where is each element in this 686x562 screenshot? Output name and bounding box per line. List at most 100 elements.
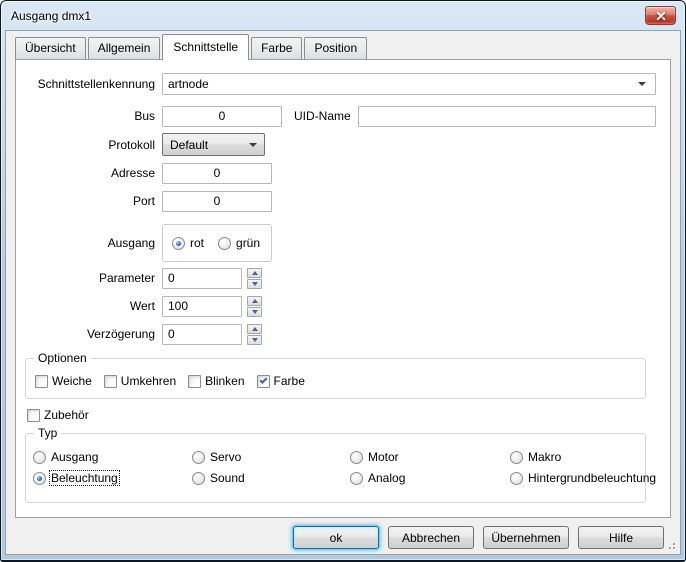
protokoll-dropdown[interactable]: Default bbox=[162, 133, 265, 156]
uid-name-input[interactable] bbox=[358, 106, 656, 127]
spin-up-button[interactable] bbox=[247, 268, 262, 278]
spin-down-button[interactable] bbox=[247, 279, 262, 289]
wert-input[interactable] bbox=[162, 296, 242, 317]
verzoegerung-label: Verzögerung bbox=[16, 327, 155, 341]
checkbox-box[interactable] bbox=[104, 375, 117, 388]
ok-button[interactable]: ok bbox=[293, 526, 379, 549]
radio-button[interactable] bbox=[350, 451, 363, 464]
bus-label: Bus bbox=[16, 109, 155, 123]
parameter-input[interactable] bbox=[162, 268, 242, 289]
radio-dot bbox=[176, 241, 181, 246]
radio-rot[interactable]: rot bbox=[172, 236, 205, 250]
spin-down-icon bbox=[252, 282, 258, 286]
schnittstellenkennung-input[interactable] bbox=[163, 75, 638, 93]
checkbox-farbe[interactable]: Farbe bbox=[257, 374, 305, 388]
radio-button[interactable] bbox=[350, 472, 363, 485]
spin-down-button[interactable] bbox=[247, 335, 262, 345]
form-row-schnittstellenkennung: Schnittstellenkennung bbox=[16, 73, 656, 95]
spin-down-icon bbox=[252, 338, 258, 342]
radio-servo[interactable]: Servo bbox=[192, 450, 350, 464]
uebernehmen-button[interactable]: Übernehmen bbox=[483, 526, 569, 549]
checkbox-box[interactable] bbox=[257, 375, 270, 388]
parameter-stepper bbox=[247, 268, 262, 289]
form-row-parameter: Parameter bbox=[16, 267, 656, 289]
radio-button[interactable] bbox=[192, 451, 205, 464]
window-title: Ausgang dmx1 bbox=[11, 9, 91, 23]
radio-button[interactable] bbox=[172, 237, 185, 250]
protokoll-selected-value: Default bbox=[170, 138, 249, 152]
radio-ausgang[interactable]: Ausgang bbox=[33, 450, 192, 464]
radio-button[interactable] bbox=[33, 472, 46, 485]
form-row-ausgang: Ausgang rot grün bbox=[16, 224, 656, 262]
bus-input[interactable] bbox=[162, 106, 282, 127]
radio-button[interactable] bbox=[33, 451, 46, 464]
wert-stepper bbox=[247, 296, 262, 317]
form-row-wert: Wert bbox=[16, 295, 656, 317]
port-label: Port bbox=[16, 194, 155, 208]
radio-button[interactable] bbox=[510, 472, 523, 485]
adresse-input[interactable] bbox=[162, 163, 272, 184]
spin-up-icon bbox=[252, 299, 258, 303]
tab-schnittstelle[interactable]: Schnittstelle bbox=[162, 34, 249, 60]
close-icon bbox=[646, 7, 675, 24]
radio-button[interactable] bbox=[510, 451, 523, 464]
radio-gruen[interactable]: grün bbox=[218, 236, 261, 250]
checkbox-umkehren[interactable]: Umkehren bbox=[104, 374, 176, 388]
tab-position[interactable]: Position bbox=[304, 37, 367, 59]
tab-page-schnittstelle: Schnittstellenkennung Bus UID-Name Proto… bbox=[15, 59, 671, 518]
verzoegerung-input[interactable] bbox=[162, 324, 242, 345]
optionen-checkbox-row: Weiche Umkehren Blinken Farbe bbox=[26, 359, 645, 388]
spin-up-button[interactable] bbox=[247, 296, 262, 306]
schnittstellenkennung-combobox[interactable] bbox=[162, 73, 656, 95]
radio-sound[interactable]: Sound bbox=[192, 471, 350, 485]
typ-group: Typ Ausgang Servo Motor bbox=[25, 433, 646, 503]
checkbox-box[interactable] bbox=[188, 375, 201, 388]
parameter-label: Parameter bbox=[16, 271, 155, 285]
checkbox-blinken[interactable]: Blinken bbox=[188, 374, 244, 388]
checkbox-weiche[interactable]: Weiche bbox=[35, 374, 92, 388]
schnittstellenkennung-label: Schnittstellenkennung bbox=[16, 77, 155, 91]
dialog-window: Ausgang dmx1 Übersicht Allgemein Schnitt… bbox=[0, 0, 686, 562]
radio-hintergrundbeleuchtung[interactable]: Hintergrundbeleuchtung bbox=[510, 471, 657, 485]
radio-motor[interactable]: Motor bbox=[350, 450, 510, 464]
close-button[interactable] bbox=[645, 6, 676, 25]
wert-label: Wert bbox=[16, 299, 155, 313]
chevron-down-icon[interactable] bbox=[638, 82, 646, 86]
checkbox-zubehoer[interactable]: Zubehör bbox=[27, 408, 656, 422]
checkbox-box[interactable] bbox=[27, 409, 40, 422]
abbrechen-button[interactable]: Abbrechen bbox=[388, 526, 474, 549]
form-row-bus: Bus UID-Name bbox=[16, 105, 656, 127]
optionen-legend: Optionen bbox=[34, 351, 91, 365]
radio-makro[interactable]: Makro bbox=[510, 450, 657, 464]
resize-grip[interactable] bbox=[666, 540, 676, 550]
radio-button[interactable] bbox=[192, 472, 205, 485]
adresse-label: Adresse bbox=[16, 166, 155, 180]
typ-legend: Typ bbox=[34, 426, 61, 440]
radio-beleuchtung[interactable]: Beleuchtung bbox=[33, 471, 192, 485]
tab-allgemein[interactable]: Allgemein bbox=[88, 37, 161, 59]
radio-analog[interactable]: Analog bbox=[350, 471, 510, 485]
dialog-client-area: Übersicht Allgemein Schnittstelle Farbe … bbox=[5, 30, 681, 555]
protokoll-label: Protokoll bbox=[16, 138, 155, 152]
form-row-port: Port bbox=[16, 190, 656, 212]
uid-name-label: UID-Name bbox=[294, 109, 351, 123]
zubehoer-row: Zubehör bbox=[27, 408, 656, 422]
tab-bar: Übersicht Allgemein Schnittstelle Farbe … bbox=[6, 31, 680, 59]
dialog-button-row: ok Abbrechen Übernehmen Hilfe bbox=[293, 526, 664, 549]
port-input[interactable] bbox=[162, 191, 272, 212]
checkbox-box[interactable] bbox=[35, 375, 48, 388]
form-row-adresse: Adresse bbox=[16, 162, 656, 184]
ausgang-label: Ausgang bbox=[16, 236, 155, 250]
ausgang-radio-group: rot grün bbox=[162, 224, 272, 262]
tab-uebersicht[interactable]: Übersicht bbox=[15, 37, 86, 59]
titlebar[interactable]: Ausgang dmx1 bbox=[1, 1, 685, 30]
spin-down-button[interactable] bbox=[247, 307, 262, 317]
checkmark-icon bbox=[259, 376, 267, 384]
form-row-protokoll: Protokoll Default bbox=[16, 133, 656, 156]
radio-button[interactable] bbox=[218, 237, 231, 250]
radio-dot bbox=[37, 476, 42, 481]
tab-farbe[interactable]: Farbe bbox=[251, 37, 302, 59]
spin-up-button[interactable] bbox=[247, 324, 262, 334]
form-row-verzoegerung: Verzögerung bbox=[16, 323, 656, 345]
hilfe-button[interactable]: Hilfe bbox=[578, 526, 664, 549]
